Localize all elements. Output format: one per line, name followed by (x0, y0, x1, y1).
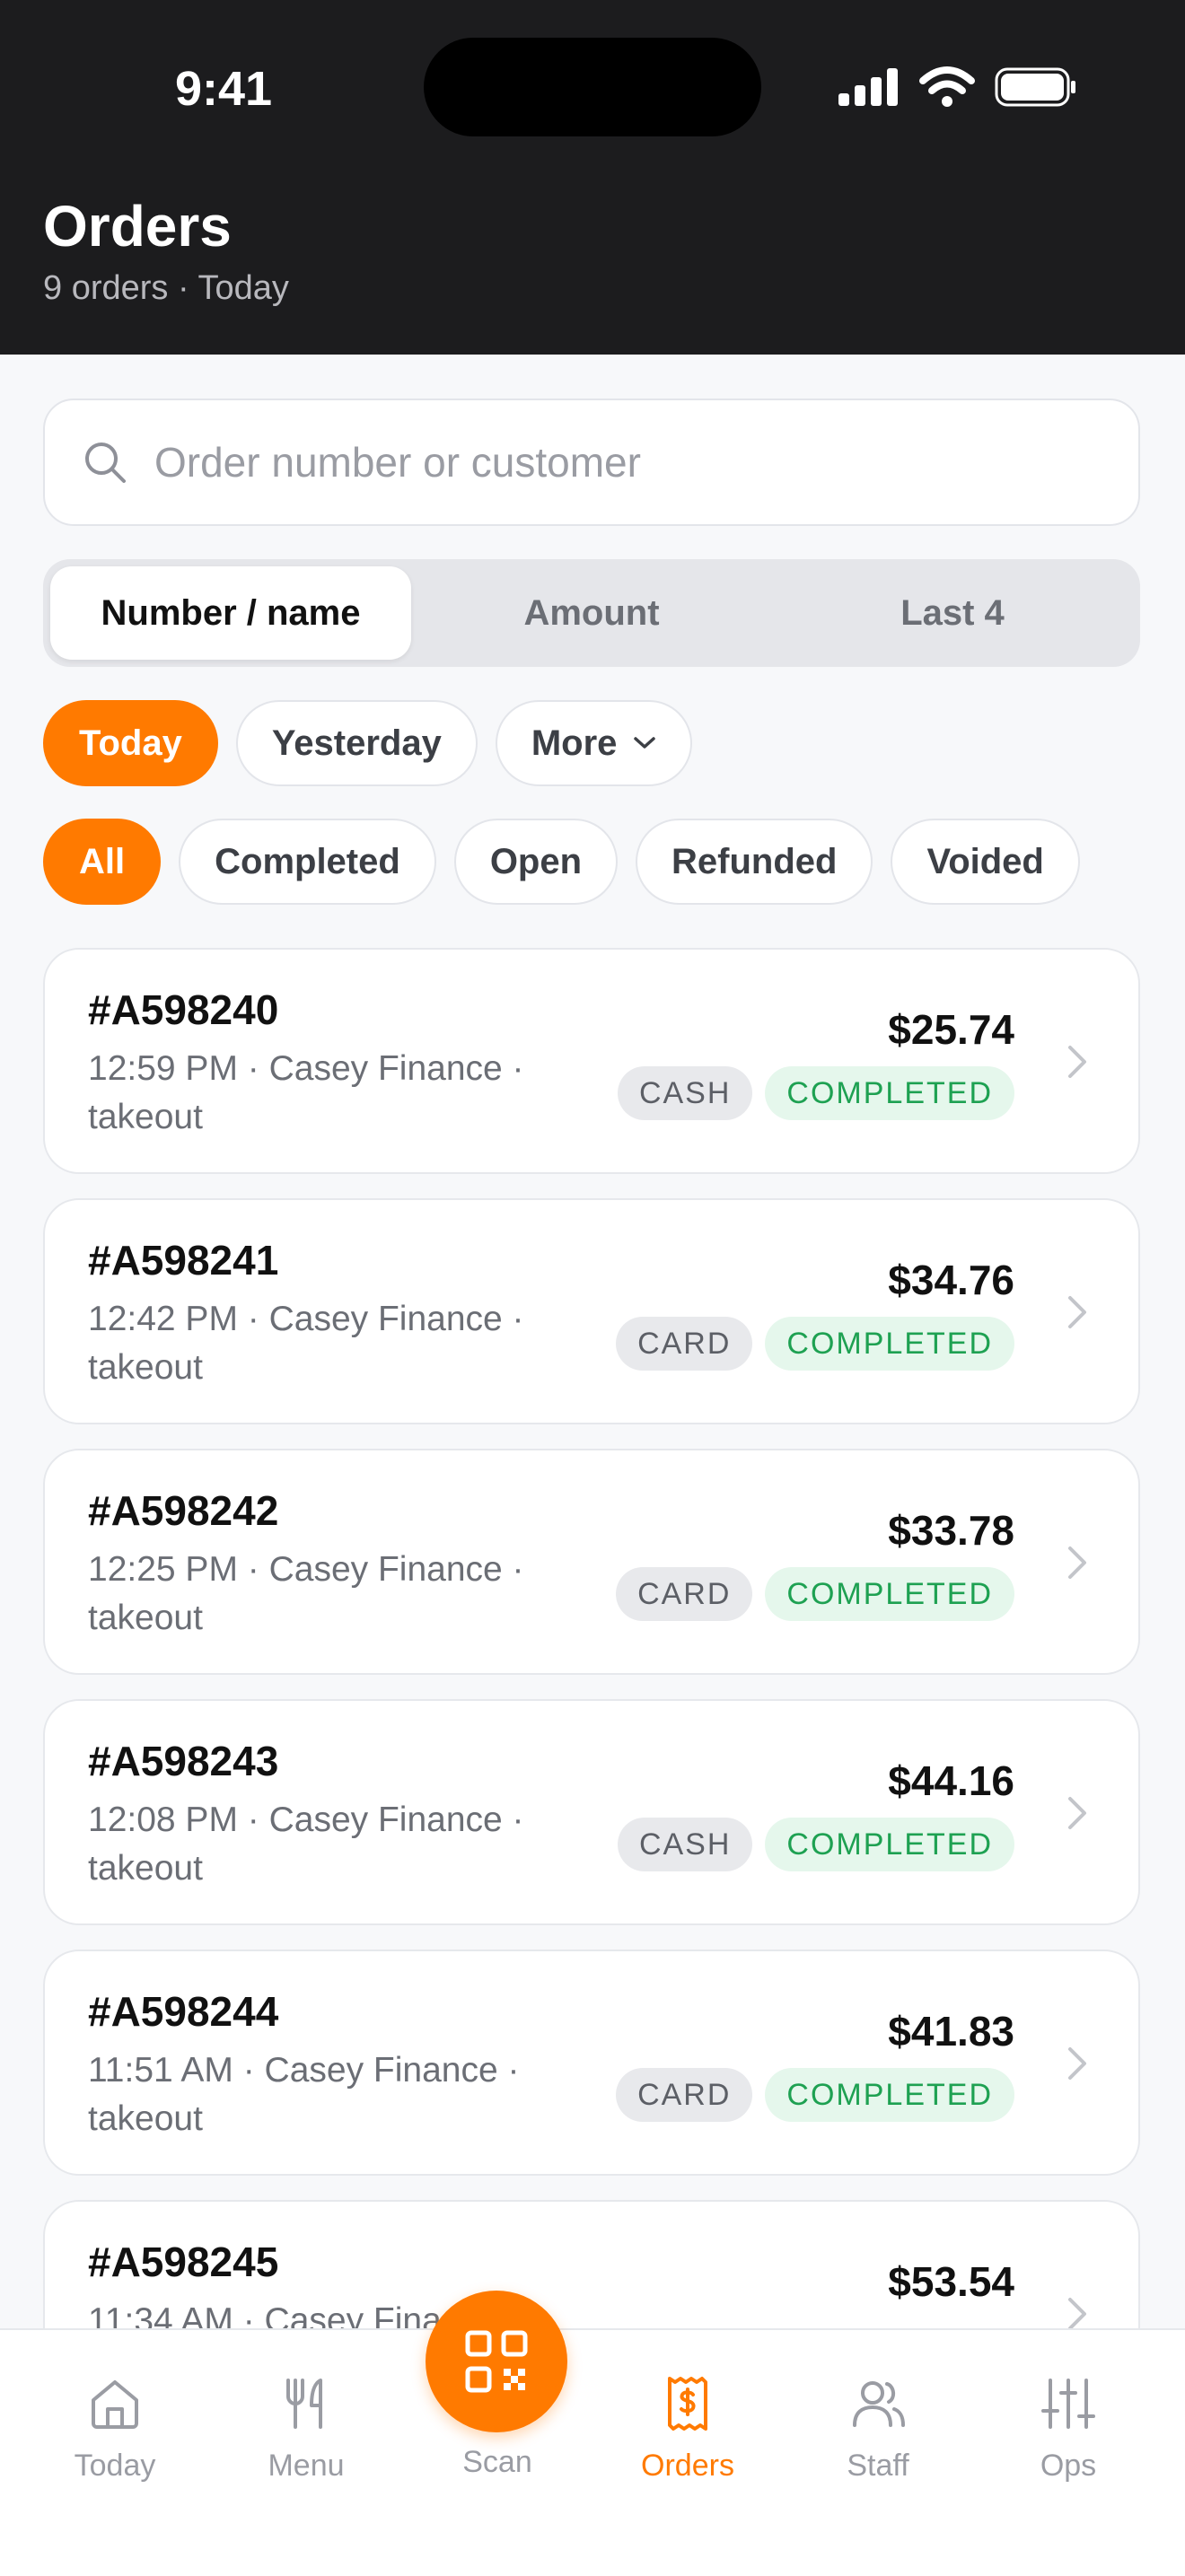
scan-button[interactable] (426, 2291, 567, 2432)
order-number: #A598242 (88, 1487, 279, 1534)
chip-label: Open (489, 841, 583, 881)
search-input[interactable] (153, 437, 1054, 487)
chevron-right-icon (1068, 2047, 1086, 2080)
status-badge: COMPLETED (765, 1818, 1014, 1871)
utensils-icon (286, 2379, 322, 2429)
status-filter-refunded[interactable]: Refunded (636, 819, 873, 905)
payment-badge: CARD (616, 2068, 753, 2122)
order-number: #A598241 (88, 1237, 279, 1284)
order-badges: CASH COMPLETED (617, 1818, 1014, 1871)
qr-code-icon (465, 2330, 528, 2393)
order-amount: $34.76 (888, 1257, 1014, 1303)
search-mode-amount[interactable]: Amount (411, 566, 772, 660)
order-meta: 12:25 PM · Casey Finance · takeout (88, 1550, 524, 1637)
date-filter-yesterday[interactable]: Yesterday (235, 700, 478, 786)
search-mode-last4[interactable]: Last 4 (772, 566, 1133, 660)
tab-scan-label: Scan (462, 2445, 532, 2479)
tab-label: Staff (847, 2449, 909, 2483)
order-number: #A598244 (88, 1988, 279, 2035)
home-icon (92, 2380, 138, 2429)
tab-menu[interactable]: Menu (211, 2375, 401, 2484)
page-subtitle: 9 orders · Today (43, 269, 289, 307)
order-meta: 12:08 PM · Casey Finance · takeout (88, 1801, 524, 1888)
chip-label: All (79, 841, 126, 881)
payment-badge: CASH (617, 1066, 753, 1120)
search-icon (85, 442, 126, 483)
order-number: #A598240 (88, 986, 279, 1033)
order-meta: 12:42 PM · Casey Finance · takeout (88, 1300, 524, 1387)
order-card[interactable]: #A598243 12:08 PM · Casey Finance · take… (43, 1699, 1140, 1925)
order-number: #A598245 (88, 2239, 279, 2285)
wifi-icon (919, 66, 975, 107)
chip-label: More (531, 723, 618, 763)
order-card[interactable]: #A598240 12:59 PM · Casey Finance · take… (43, 948, 1140, 1174)
order-meta: 12:59 PM · Casey Finance · takeout (88, 1049, 524, 1136)
payment-badge: CASH (617, 1818, 753, 1871)
chevron-right-icon (1068, 1046, 1086, 1078)
order-card[interactable]: #A598244 11:51 AM · Casey Finance · take… (43, 1950, 1140, 2176)
users-icon (853, 2381, 905, 2427)
tab-label: Orders (641, 2449, 734, 2483)
chip-label: Completed (215, 841, 400, 881)
tab-staff[interactable]: Staff (783, 2375, 973, 2484)
payment-badge: CARD (616, 1567, 753, 1621)
order-number: #A598243 (88, 1738, 279, 1784)
battery-icon (995, 67, 1075, 107)
app-header: 9:41 Orders 9 orders · Today (0, 0, 1185, 355)
order-amount: $53.54 (888, 2258, 1014, 2305)
date-filter-row: Today Yesterday More (43, 700, 693, 786)
status-time: 9:41 (175, 62, 273, 116)
date-filter-more[interactable]: More (495, 700, 693, 786)
tab-label: Menu (268, 2449, 345, 2483)
order-badges: CARD COMPLETED (616, 1567, 1014, 1621)
status-badge: COMPLETED (765, 1317, 1014, 1371)
tab-label: Ops (1040, 2449, 1097, 2483)
status-filter-voided[interactable]: Voided (891, 819, 1080, 905)
date-filter-today[interactable]: Today (43, 700, 218, 786)
receipt-dollar-icon (668, 2377, 707, 2431)
order-amount: $41.83 (888, 2008, 1014, 2055)
order-badges: CASH COMPLETED (617, 1066, 1014, 1120)
status-filter-open[interactable]: Open (453, 819, 619, 905)
order-card[interactable]: #A598242 12:25 PM · Casey Finance · take… (43, 1449, 1140, 1675)
signal-icon (838, 68, 898, 106)
chip-label: Today (79, 723, 182, 763)
status-icons (838, 65, 1077, 110)
dynamic-island (424, 38, 761, 136)
status-badge: COMPLETED (765, 1066, 1014, 1120)
order-amount: $44.16 (888, 1757, 1014, 1804)
status-filter-row: All Completed Open Refunded Voided (43, 819, 1080, 905)
order-badges: CARD COMPLETED (616, 1317, 1014, 1371)
order-badges: CARD COMPLETED (616, 2068, 1014, 2122)
status-filter-completed[interactable]: Completed (179, 819, 436, 905)
order-list: #A598240 12:59 PM · Casey Finance · take… (43, 948, 1140, 2450)
status-badge: COMPLETED (765, 2068, 1014, 2122)
order-card[interactable]: #A598241 12:42 PM · Casey Finance · take… (43, 1198, 1140, 1424)
tab-label: Today (74, 2449, 156, 2483)
search-mode-number-name[interactable]: Number / name (50, 566, 411, 660)
chip-label: Yesterday (271, 723, 442, 763)
tab-orders[interactable]: Orders (592, 2375, 783, 2484)
chevron-right-icon (1068, 1797, 1086, 1829)
chevron-down-icon (634, 737, 656, 749)
sliders-icon (1041, 2379, 1095, 2429)
search-mode-toggle: Number / name Amount Last 4 (43, 559, 1140, 667)
status-filter-all[interactable]: All (43, 819, 162, 905)
bottom-tab-bar: Today Menu Scan Orders Staff Ops (0, 2291, 1185, 2576)
order-amount: $33.78 (888, 1507, 1014, 1554)
chip-label: Voided (926, 841, 1044, 881)
chevron-right-icon (1068, 1546, 1086, 1579)
order-amount: $25.74 (888, 1006, 1014, 1053)
chevron-right-icon (1068, 2298, 1086, 2330)
payment-badge: CARD (616, 1317, 753, 1371)
chip-label: Refunded (672, 841, 838, 881)
status-badge: COMPLETED (765, 1567, 1014, 1621)
page-title: Orders (43, 194, 232, 258)
search-box[interactable] (43, 399, 1140, 526)
tab-today[interactable]: Today (20, 2375, 210, 2484)
tab-ops[interactable]: Ops (973, 2375, 1163, 2484)
order-meta: 11:51 AM · Casey Finance · takeout (88, 2051, 520, 2138)
chevron-right-icon (1068, 1296, 1086, 1328)
